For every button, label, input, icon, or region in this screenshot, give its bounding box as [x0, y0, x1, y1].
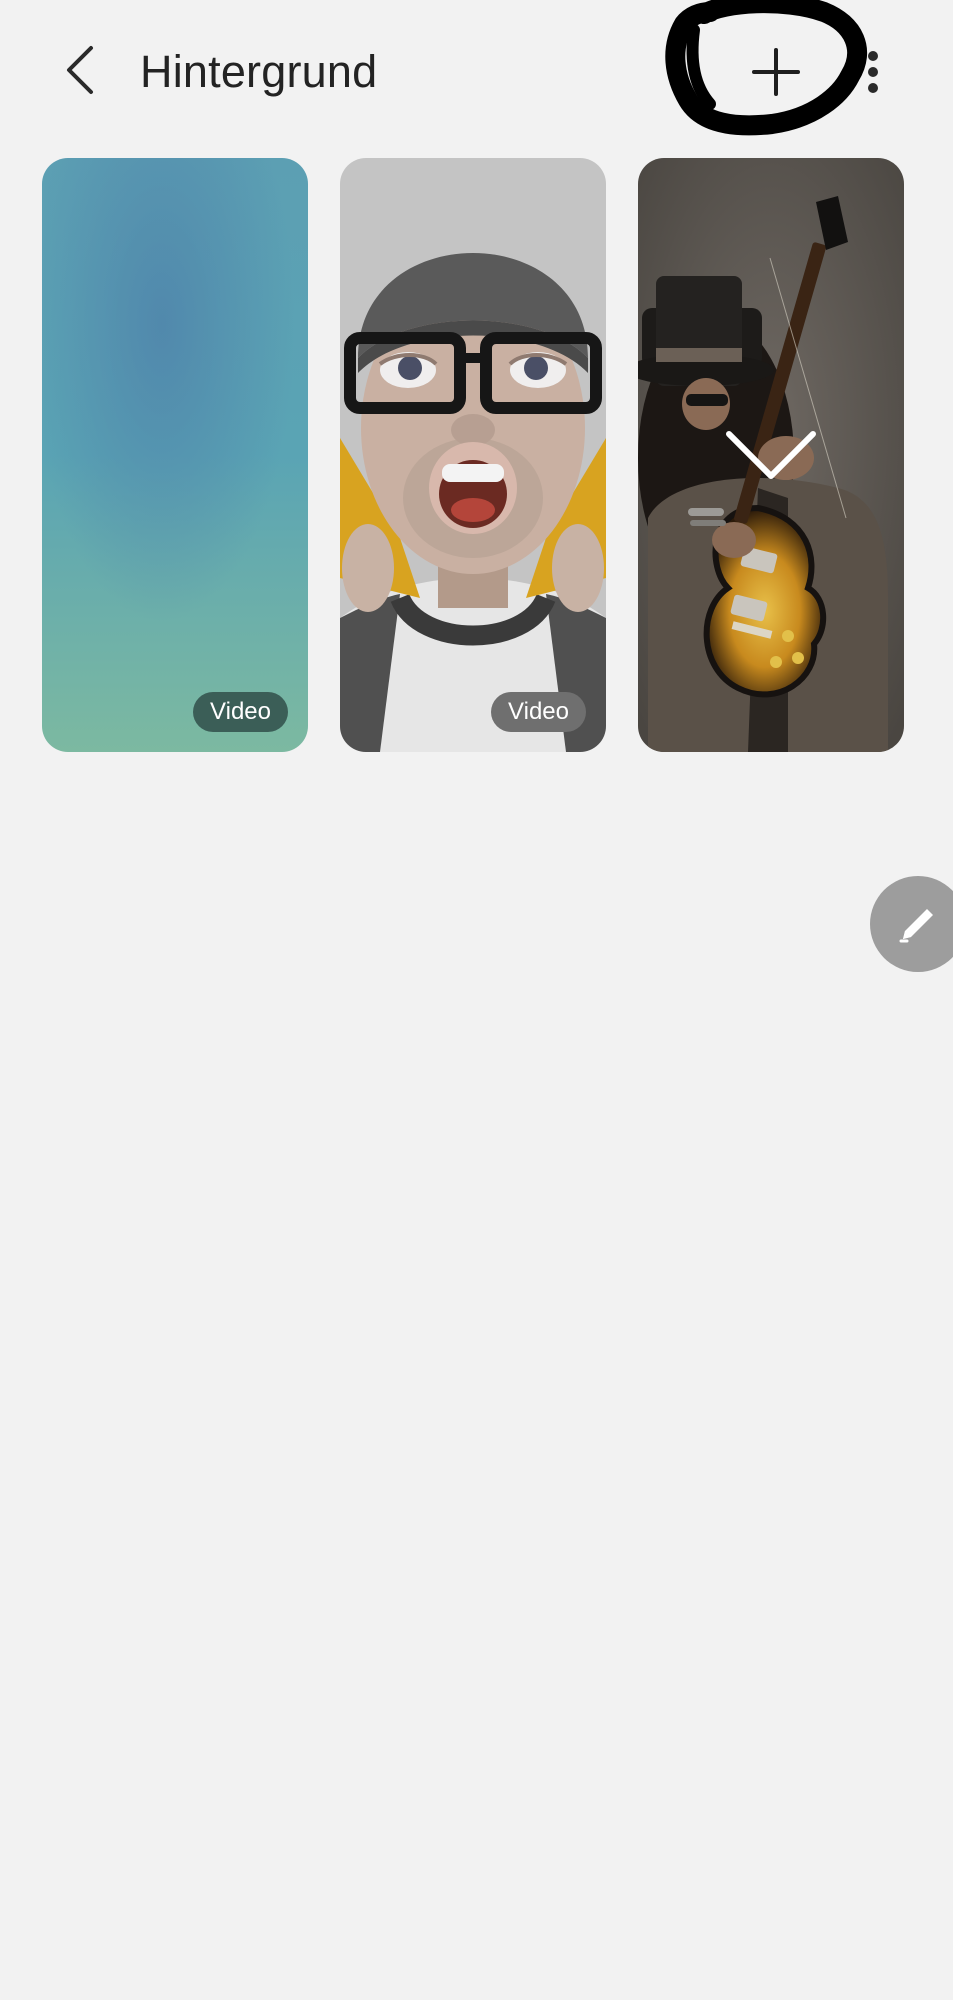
video-badge: Video — [193, 692, 288, 732]
wallpaper-tile-guitarist[interactable] — [638, 158, 904, 752]
more-options-button[interactable] — [858, 40, 888, 104]
video-badge: Video — [491, 692, 586, 732]
add-wallpaper-button[interactable] — [744, 40, 808, 104]
more-vertical-icon — [868, 51, 878, 93]
wallpaper-tile-gradient[interactable]: Video — [42, 158, 308, 752]
chevron-left-icon — [67, 46, 93, 94]
page-title: Hintergrund — [140, 46, 378, 97]
checkmark-icon — [726, 431, 816, 479]
gradient-wallpaper-thumbnail — [42, 158, 308, 752]
app-bar: Hintergrund — [0, 0, 953, 140]
edit-fab-button[interactable] — [870, 876, 953, 972]
avatar-wallpaper-thumbnail — [340, 158, 606, 752]
plus-icon — [752, 48, 800, 96]
wallpaper-tile-avatar[interactable]: Video — [340, 158, 606, 752]
pencil-icon — [899, 909, 933, 943]
back-button[interactable] — [52, 40, 108, 100]
